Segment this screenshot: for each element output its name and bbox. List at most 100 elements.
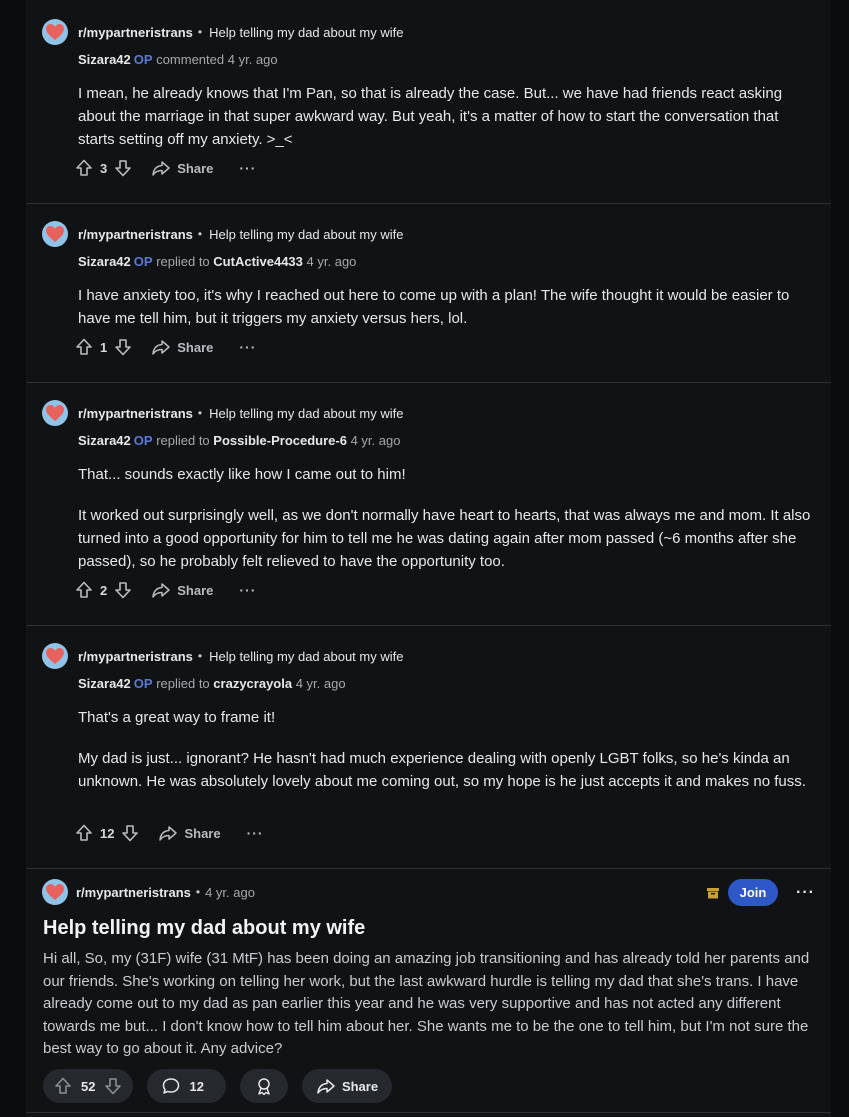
post-header: r/mypartneristrans • 4 yr. ago (42, 879, 255, 905)
comment-card[interactable]: r/mypartneristrans • Help telling my dad… (26, 0, 831, 204)
subreddit-link[interactable]: r/mypartneristrans (78, 649, 193, 664)
comment-header: r/mypartneristrans • Help telling my dad… (42, 19, 403, 45)
subreddit-link[interactable]: r/mypartneristrans (78, 227, 193, 242)
comment-actions: 2 Share ··· (74, 578, 256, 602)
share-button[interactable]: Share (158, 823, 221, 843)
upvote-icon[interactable] (74, 158, 94, 178)
subreddit-avatar[interactable] (42, 643, 68, 669)
post-card[interactable]: r/mypartneristrans • 4 yr. ago Join ··· … (26, 868, 831, 1113)
post-actions: 52 12 Share (43, 1069, 406, 1103)
subreddit-link[interactable]: r/mypartneristrans (78, 406, 193, 421)
award-button[interactable] (239, 1069, 288, 1103)
op-badge: OP (133, 254, 153, 269)
separator-dot: • (197, 227, 203, 241)
comment-card[interactable]: r/mypartneristrans • Help telling my dad… (26, 626, 831, 869)
share-arrow-icon (317, 1079, 335, 1094)
comment-card[interactable]: r/mypartneristrans • Help telling my dad… (26, 383, 831, 626)
post-share-button[interactable]: Share (301, 1069, 393, 1103)
downvote-icon[interactable] (113, 158, 133, 178)
comment-body: That... sounds exactly like how I came o… (78, 463, 818, 573)
award-icon (258, 1078, 270, 1096)
comment-header: r/mypartneristrans • Help telling my dad… (42, 643, 403, 669)
archive-icon (707, 887, 720, 898)
subreddit-link[interactable]: r/mypartneristrans (76, 885, 191, 900)
comment-author-row: Sizara42 OP commented 4 yr. ago (78, 52, 278, 67)
comment-action: commented (156, 52, 225, 67)
post-title-link[interactable]: Help telling my dad about my wife (209, 649, 403, 664)
subreddit-avatar[interactable] (42, 400, 68, 426)
share-label: Share (177, 160, 214, 176)
post-title[interactable]: Help telling my dad about my wife (43, 917, 365, 940)
share-arrow-icon (152, 583, 170, 598)
author-link[interactable]: Sizara42 (78, 52, 131, 67)
comment-author-row: Sizara42 OP replied to crazycrayola 4 yr.… (78, 676, 346, 691)
share-button[interactable]: Share (151, 158, 213, 178)
comment-count: 12 (189, 1078, 204, 1094)
reply-target-link[interactable]: Possible-Procedure-6 (213, 433, 347, 448)
reply-target-link[interactable]: crazycrayola (213, 676, 292, 691)
post-time: 4 yr. ago (205, 884, 255, 900)
separator-dot: • (197, 649, 203, 663)
comment-action: replied to (156, 676, 210, 691)
comment-time: 4 yr. ago (295, 676, 346, 691)
comment-body: I mean, he already knows that I'm Pan, s… (78, 82, 818, 151)
comment-paragraph: That's a great way to frame it! (78, 709, 276, 726)
more-options-button[interactable]: ··· (247, 825, 264, 841)
comment-author-row: Sizara42 OP replied to Possible-Procedure… (78, 433, 400, 448)
post-body: Hi all, So, my (31F) wife (31 MtF) has b… (43, 950, 810, 1057)
upvote-icon[interactable] (74, 337, 94, 357)
author-link[interactable]: Sizara42 (78, 433, 131, 448)
post-title-link[interactable]: Help telling my dad about my wife (209, 25, 403, 40)
post-title-link[interactable]: Help telling my dad about my wife (209, 406, 403, 421)
share-button[interactable]: Share (151, 337, 213, 357)
comment-action: replied to (156, 433, 210, 448)
comment-paragraph: It worked out surprisingly well, as we d… (78, 507, 811, 570)
downvote-icon[interactable] (113, 337, 133, 357)
more-options-button[interactable]: ··· (239, 160, 256, 176)
post-title-link[interactable]: Help telling my dad about my wife (209, 227, 403, 242)
post-more-options-button[interactable]: ··· (796, 884, 815, 902)
subreddit-link[interactable]: r/mypartneristrans (78, 25, 193, 40)
comment-body: That's a great way to frame it! My dad i… (78, 706, 818, 793)
heart-avatar-icon (46, 405, 64, 421)
comment-paragraph: I mean, he already knows that I'm Pan, s… (78, 85, 783, 148)
downvote-icon[interactable] (120, 823, 140, 843)
share-label: Share (177, 582, 214, 598)
separator-dot: • (197, 406, 203, 420)
downvote-icon[interactable] (103, 1076, 123, 1096)
separator-dot: • (197, 25, 203, 39)
author-link[interactable]: Sizara42 (78, 676, 131, 691)
comment-author-row: Sizara42 OP replied to CutActive4433 4 yr… (78, 254, 356, 269)
comment-time: 4 yr. ago (227, 52, 278, 67)
join-button[interactable]: Join (728, 879, 779, 906)
heart-avatar-icon (46, 884, 64, 900)
heart-avatar-icon (46, 24, 64, 40)
comment-paragraph: That... sounds exactly like how I came o… (78, 466, 406, 483)
share-arrow-icon (152, 161, 170, 176)
downvote-icon[interactable] (113, 580, 133, 600)
comment-card[interactable]: r/mypartneristrans • Help telling my dad… (26, 204, 831, 383)
more-options-button[interactable]: ··· (239, 582, 256, 598)
more-options-button[interactable]: ··· (239, 339, 256, 355)
subreddit-avatar[interactable] (42, 221, 68, 247)
comment-actions: 1 Share ··· (74, 335, 256, 359)
author-link[interactable]: Sizara42 (78, 254, 131, 269)
upvote-icon[interactable] (53, 1076, 73, 1096)
subreddit-avatar[interactable] (42, 879, 68, 905)
comment-header: r/mypartneristrans • Help telling my dad… (42, 221, 403, 247)
share-button[interactable]: Share (151, 580, 213, 600)
comment-action: replied to (156, 254, 210, 269)
reply-target-link[interactable]: CutActive4433 (213, 254, 303, 269)
comment-actions: 3 Share ··· (74, 156, 256, 180)
heart-avatar-icon (46, 648, 64, 664)
upvote-icon[interactable] (74, 580, 94, 600)
subreddit-avatar[interactable] (42, 19, 68, 45)
share-arrow-icon (152, 340, 170, 355)
post-header-actions: Join ··· (706, 879, 815, 906)
share-label: Share (184, 825, 221, 841)
vote-pill: 52 (43, 1069, 134, 1103)
comments-button[interactable]: 12 (147, 1069, 226, 1103)
upvote-icon[interactable] (74, 823, 94, 843)
separator-dot: • (195, 885, 201, 899)
vote-count: 2 (100, 582, 108, 598)
